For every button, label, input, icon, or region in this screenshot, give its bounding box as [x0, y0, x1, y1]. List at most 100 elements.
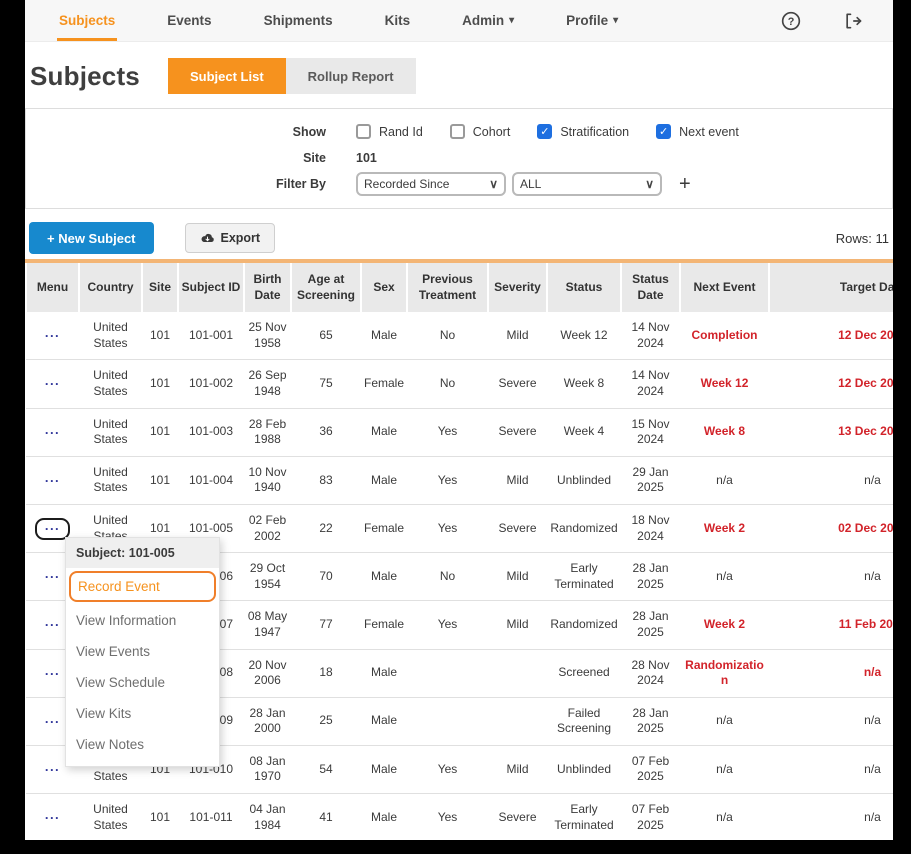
cell-next-event: Randomization [680, 649, 769, 697]
row-menu-button[interactable]: ... [37, 472, 68, 490]
row-menu-button[interactable]: ... [37, 568, 68, 586]
nav-item-profile[interactable]: Profile▾ [564, 0, 620, 41]
cell-status: Week 8 [547, 360, 621, 408]
cell-site: 101 [142, 456, 178, 504]
row-menu-button[interactable]: ... [37, 665, 68, 683]
cell-previous-treatment: No [407, 553, 488, 601]
table-row: ...United States101101-01104 Jan 198441M… [26, 794, 893, 840]
logout-icon[interactable] [843, 11, 863, 31]
cell-severity: Severe [488, 504, 547, 552]
cell-next-event: n/a [680, 794, 769, 840]
cell-sex: Male [361, 745, 407, 793]
cell-birth-date: 08 May 1947 [244, 601, 291, 649]
context-menu-item-view-kits[interactable]: View Kits [66, 698, 219, 729]
cell-birth-date: 02 Feb 2002 [244, 504, 291, 552]
checkbox-rand-id[interactable]: Rand Id [356, 124, 423, 139]
cell-status: Early Terminated [547, 794, 621, 840]
cell-status: Unblinded [547, 456, 621, 504]
show-checkboxes: Rand Id Cohort ✓Stratification ✓Next event [356, 124, 739, 139]
view-tabs: Subject ListRollup Report [168, 58, 416, 94]
cell-age: 54 [291, 745, 361, 793]
cell-birth-date: 25 Nov 1958 [244, 312, 291, 360]
column-header-country: Country [79, 261, 142, 312]
row-menu-button[interactable]: ... [37, 761, 68, 779]
rows-count: Rows: 11 [836, 231, 891, 246]
add-filter-button[interactable]: + [679, 174, 691, 194]
page-title: Subjects [30, 61, 140, 92]
context-menu-item-view-events[interactable]: View Events [66, 636, 219, 667]
filter-field-value: Recorded Since [364, 177, 489, 191]
cell-subject-id: 101-004 [178, 456, 244, 504]
cell-target-date: n/a [769, 794, 893, 840]
cell-subject-id: 101-002 [178, 360, 244, 408]
cell-next-event: n/a [680, 745, 769, 793]
cell-birth-date: 29 Oct 1954 [244, 553, 291, 601]
cell-birth-date: 08 Jan 1970 [244, 745, 291, 793]
cell-severity: Mild [488, 456, 547, 504]
cell-severity: Severe [488, 360, 547, 408]
cell-site: 101 [142, 360, 178, 408]
cell-previous-treatment [407, 649, 488, 697]
cell-sex: Male [361, 456, 407, 504]
help-icon[interactable]: ? [781, 11, 801, 31]
cell-next-event: Week 12 [680, 360, 769, 408]
tab-rollup-report[interactable]: Rollup Report [286, 58, 416, 94]
cell-severity: Severe [488, 794, 547, 840]
nav-item-shipments[interactable]: Shipments [262, 0, 335, 41]
svg-text:?: ? [788, 16, 795, 28]
cell-target-date: n/a [769, 553, 893, 601]
cell-status-date: 07 Feb 2025 [621, 745, 680, 793]
app-window: Subjects Events Shipments Kits Admin▾ Profile… [25, 0, 893, 840]
column-header-severity: Severity [488, 261, 547, 312]
cell-birth-date: 04 Jan 1984 [244, 794, 291, 840]
row-menu-button[interactable]: ... [37, 713, 68, 731]
nav-item-events[interactable]: Events [165, 0, 213, 41]
filter-field-dropdown[interactable]: Recorded Since ∨ [356, 172, 506, 196]
nav-item-kits[interactable]: Kits [383, 0, 413, 41]
row-menu-button[interactable]: ... [37, 809, 68, 827]
cell-age: 70 [291, 553, 361, 601]
cell-target-date: n/a [769, 649, 893, 697]
nav-item-admin[interactable]: Admin▾ [460, 0, 516, 41]
cell-previous-treatment [407, 697, 488, 745]
cell-status: Early Terminated [547, 553, 621, 601]
cell-severity [488, 697, 547, 745]
checkbox-cohort[interactable]: Cohort [450, 124, 511, 139]
nav-item-label: Events [167, 13, 211, 28]
cell-birth-date: 28 Jan 2000 [244, 697, 291, 745]
nav-item-label: Shipments [264, 13, 333, 28]
cell-birth-date: 20 Nov 2006 [244, 649, 291, 697]
checkbox-label: Next event [679, 125, 739, 139]
filter-value-dropdown[interactable]: ALL ∨ [512, 172, 662, 196]
context-menu-item-view-notes[interactable]: View Notes [66, 729, 219, 760]
cell-status-date: 15 Nov 2024 [621, 408, 680, 456]
cell-target-date: 12 Dec 2024 [769, 360, 893, 408]
subject-context-menu: Subject: 101-005 Record EventView Inform… [65, 537, 220, 767]
cell-country: United States [79, 456, 142, 504]
cell-previous-treatment: Yes [407, 504, 488, 552]
column-header-target-date: Target Date [769, 261, 893, 312]
tab-subject-list[interactable]: Subject List [168, 58, 286, 94]
export-button[interactable]: Export [185, 223, 276, 253]
cell-previous-treatment: Yes [407, 601, 488, 649]
cell-country: United States [79, 794, 142, 840]
row-menu-button[interactable]: ... [37, 424, 68, 442]
new-subject-button[interactable]: + New Subject [29, 222, 154, 254]
cell-target-date: 13 Dec 2024 [769, 408, 893, 456]
row-menu-button[interactable]: ... [37, 616, 68, 634]
row-menu-button[interactable]: ... [37, 375, 68, 393]
context-menu-item-record-event[interactable]: Record Event [69, 571, 216, 602]
nav-item-subjects[interactable]: Subjects [57, 0, 117, 41]
context-menu-item-view-schedule[interactable]: View Schedule [66, 667, 219, 698]
context-menu-item-view-information[interactable]: View Information [66, 605, 219, 636]
chevron-down-icon: ∨ [489, 177, 498, 191]
cell-status: Week 12 [547, 312, 621, 360]
filter-panel: Show Rand IdCohort✓Stratification✓Next e… [25, 108, 893, 209]
cell-next-event: Week 2 [680, 601, 769, 649]
cell-status-date: 29 Jan 2025 [621, 456, 680, 504]
checkbox-next-event[interactable]: ✓Next event [656, 124, 739, 139]
checkbox-stratification[interactable]: ✓Stratification [537, 124, 629, 139]
cell-age: 41 [291, 794, 361, 840]
row-menu-button[interactable]: ... [37, 327, 68, 345]
cell-age: 36 [291, 408, 361, 456]
